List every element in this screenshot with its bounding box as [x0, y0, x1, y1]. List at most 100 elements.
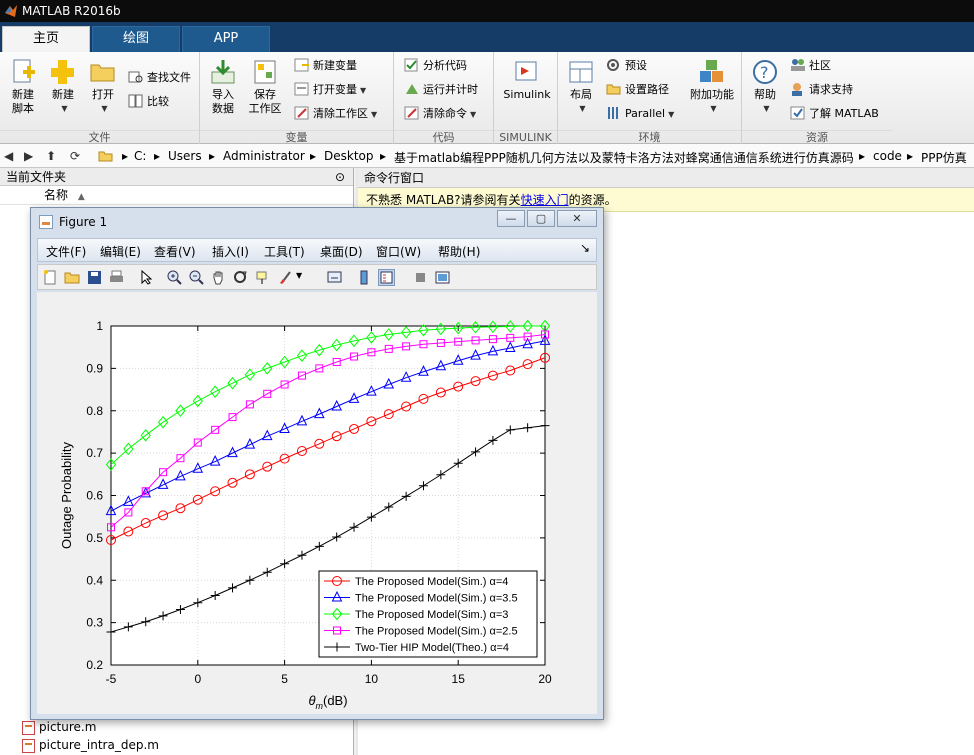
ribbon-section-variable: 导入 数据 保存 工作区 新建变量 打开变量 ▼ 清除工作区 ▼ 变量: [200, 52, 394, 144]
legend-icon[interactable]: [378, 269, 395, 286]
menu-dock-icon[interactable]: ↘: [580, 241, 590, 255]
breadcrumb-item[interactable]: C:: [134, 149, 146, 163]
y-tick-label: 0.6: [86, 489, 103, 503]
forward-arrow-icon[interactable]: ▶: [24, 149, 33, 163]
breadcrumb-item[interactable]: 基于matlab编程PPP随机几何方法以及蒙特卡洛方法对蜂窝通信通信系统进行仿真…: [394, 149, 854, 166]
breadcrumb-item[interactable]: Administrator: [223, 149, 305, 163]
sort-asc-icon: ▲: [77, 192, 85, 202]
new-variable-button[interactable]: 新建变量: [294, 56, 357, 76]
layout-button[interactable]: 布局 ▼: [558, 56, 604, 116]
maximize-button[interactable]: ▢: [527, 210, 555, 227]
find-files-button[interactable]: 查找文件: [128, 68, 191, 88]
clear-workspace-icon: [294, 106, 310, 120]
y-tick-label: 0.3: [86, 616, 103, 630]
help-button[interactable]: ? 帮助 ▼: [742, 56, 788, 116]
menu-file[interactable]: 文件(F): [46, 243, 86, 260]
file-item[interactable]: picture_intra_dep.m: [22, 736, 159, 754]
getting-started-link[interactable]: 快速入门: [521, 193, 569, 207]
new-plus-icon: [48, 58, 78, 86]
legend-entry: Two-Tier HIP Model(Theo.) α=4: [355, 642, 509, 654]
chevron-down-icon: ▼: [763, 104, 770, 113]
save-workspace-button[interactable]: 保存 工作区: [242, 56, 288, 116]
chevron-down-icon: ▼: [360, 86, 367, 95]
breadcrumb-separator: ▸: [907, 149, 914, 163]
link-plot-icon[interactable]: [326, 269, 343, 286]
chevron-down-icon[interactable]: ▼: [296, 271, 302, 280]
rotate-3d-icon[interactable]: [232, 269, 249, 286]
save-workspace-icon: [250, 58, 280, 86]
import-data-button[interactable]: 导入 数据: [200, 56, 246, 116]
open-file-icon[interactable]: [64, 269, 81, 286]
zoom-in-icon[interactable]: [166, 269, 183, 286]
add-ons-button[interactable]: 附加功能 ▼: [686, 56, 738, 116]
folder-path-icon: [606, 82, 622, 96]
y-tick-label: 0.2: [86, 658, 103, 672]
breadcrumb-item[interactable]: Users: [168, 149, 202, 163]
open-variable-icon: [294, 82, 310, 96]
request-support-button[interactable]: 请求支持: [790, 80, 853, 100]
community-icon: [790, 58, 806, 72]
menu-tools[interactable]: 工具(T): [264, 243, 305, 260]
save-figure-icon[interactable]: [86, 269, 103, 286]
ribbon-section-label: 代码: [394, 130, 493, 144]
print-figure-icon[interactable]: [108, 269, 125, 286]
menu-desktop[interactable]: 桌面(D): [320, 243, 363, 260]
panel-menu-icon[interactable]: ⊙: [335, 168, 345, 186]
colorbar-icon[interactable]: [356, 269, 373, 286]
legend-entry: The Proposed Model(Sim.) α=3: [355, 609, 508, 621]
menu-insert[interactable]: 插入(I): [212, 243, 249, 260]
parallel-icon: [606, 106, 622, 120]
menu-view[interactable]: 查看(V): [154, 243, 196, 260]
ribbon-section-label: SIMULINK: [494, 130, 557, 144]
column-header-name[interactable]: 名称 ▲: [0, 186, 353, 205]
chevron-down-icon: ▼: [668, 110, 675, 119]
zoom-out-icon[interactable]: [188, 269, 205, 286]
clear-commands-button[interactable]: 清除命令 ▼: [404, 104, 476, 124]
close-button[interactable]: ✕: [557, 210, 597, 227]
figure-window: Figure 1 — ▢ ✕ 文件(F) 编辑(E) 查看(V) 插入(I) 工…: [30, 207, 604, 720]
m-file-icon: [22, 738, 35, 753]
ribbon-section-label: 资源: [742, 130, 892, 144]
set-path-button[interactable]: 设置路径: [606, 80, 669, 100]
learn-matlab-button[interactable]: 了解 MATLAB: [790, 104, 879, 124]
outage-probability-chart[interactable]: -5 0 5 10 15 20 0.2 0.3 0.4 0.5 0.6 0.7 0.8 0.9 1 θm(dB…: [37, 292, 597, 714]
tab-apps[interactable]: APP: [182, 26, 270, 52]
gear-icon: [606, 58, 622, 72]
new-figure-icon[interactable]: [42, 269, 59, 286]
menu-edit[interactable]: 编辑(E): [100, 243, 141, 260]
tab-plots[interactable]: 绘图: [92, 26, 180, 52]
data-cursor-icon[interactable]: [254, 269, 271, 286]
add-ons-icon: [697, 58, 727, 86]
compare-icon: [128, 94, 144, 108]
breadcrumb-item[interactable]: PPP仿真: [921, 149, 967, 166]
clear-workspace-button[interactable]: 清除工作区 ▼: [294, 104, 377, 124]
menu-help[interactable]: 帮助(H): [438, 243, 480, 260]
edit-plot-arrow-icon[interactable]: [138, 269, 155, 286]
layout-icon: [566, 58, 596, 86]
pan-hand-icon[interactable]: [210, 269, 227, 286]
breadcrumb-item[interactable]: Desktop: [324, 149, 374, 163]
show-tools-icon[interactable]: [434, 269, 451, 286]
parallel-button[interactable]: Parallel ▼: [606, 104, 674, 124]
back-arrow-icon[interactable]: ◀: [4, 149, 13, 163]
menu-window[interactable]: 窗口(W): [376, 243, 421, 260]
hide-tools-icon[interactable]: [412, 269, 429, 286]
file-item[interactable]: picture.m: [22, 718, 96, 736]
tab-home[interactable]: 主页: [2, 26, 90, 52]
breadcrumb-item[interactable]: code: [873, 149, 902, 163]
open-button[interactable]: 打开 ▼: [80, 56, 126, 116]
community-button[interactable]: 社区: [790, 56, 831, 76]
brush-icon[interactable]: [276, 269, 293, 286]
analyze-code-button[interactable]: 分析代码: [404, 56, 467, 76]
breadcrumb-separator: ▸: [380, 149, 387, 163]
run-and-time-button[interactable]: 运行并计时: [404, 80, 478, 100]
simulink-button[interactable]: Simulink: [500, 56, 554, 102]
browse-folder-icon[interactable]: ⟳: [70, 149, 80, 163]
minimize-button[interactable]: —: [497, 210, 525, 227]
legend-entry: The Proposed Model(Sim.) α=4: [355, 576, 508, 588]
up-folder-icon[interactable]: ⬆: [46, 149, 56, 163]
figure-icon: [39, 215, 53, 229]
open-variable-button[interactable]: 打开变量 ▼: [294, 80, 366, 100]
preferences-button[interactable]: 预设: [606, 56, 647, 76]
compare-button[interactable]: 比较: [128, 92, 169, 112]
